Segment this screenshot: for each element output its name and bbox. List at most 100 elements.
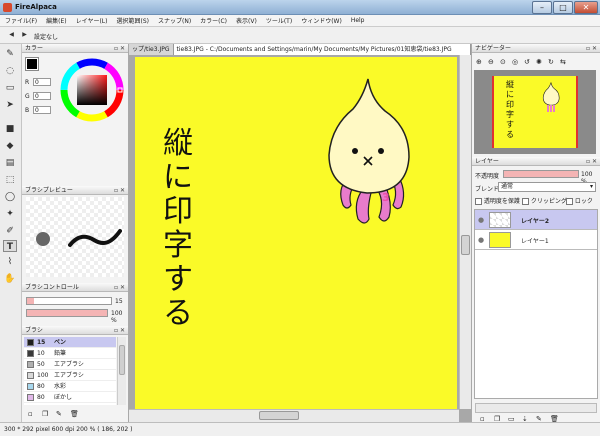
rotate-right-icon[interactable]: ↻	[548, 58, 554, 66]
layer-row-1[interactable]: ● レイヤー1	[475, 230, 597, 250]
move-tool-icon[interactable]: ➤	[3, 99, 17, 111]
menu-bar: ファイル(F) 編集(E) レイヤー(L) 選択範囲(S) スナップ(N) カラ…	[0, 15, 600, 27]
text-tool-icon[interactable]: T	[3, 240, 17, 252]
navigator-thumbnail: 縦に印字する	[492, 76, 578, 148]
eye-icon[interactable]: ●	[478, 216, 484, 224]
brush-list-item[interactable]: 15 ペン	[24, 337, 116, 348]
brush-opacity-slider[interactable]	[26, 309, 108, 317]
panel-controls-icon[interactable]: ▫ ✕	[586, 157, 597, 166]
clipping-checkbox[interactable]: クリッピング	[522, 196, 567, 205]
menu-help[interactable]: Help	[351, 17, 365, 24]
eraser-tool-icon[interactable]: ▭	[3, 82, 17, 94]
title-bar: FireAlpaca – □ ✕	[0, 0, 600, 15]
duplicate-brush-icon[interactable]: ❐	[42, 410, 48, 418]
layer-hscrollbar[interactable]	[475, 403, 597, 413]
panel-controls-icon[interactable]: ▫ ✕	[114, 326, 125, 335]
new-brush-icon[interactable]: ▫	[28, 410, 33, 418]
flip-icon[interactable]: ⇆	[560, 58, 566, 66]
document-tab[interactable]: tie83.JPG - C:/Documents and Settings/ma…	[173, 44, 471, 55]
menu-snap[interactable]: スナップ(N)	[158, 16, 191, 25]
menu-tool[interactable]: ツール(T)	[266, 16, 292, 25]
eye-icon[interactable]: ●	[478, 236, 484, 244]
r-value-field[interactable]: 0	[33, 78, 51, 86]
menu-edit[interactable]: 編集(E)	[46, 16, 66, 25]
checkbox-icon	[566, 198, 573, 205]
brush-list-scrollbar[interactable]	[117, 337, 126, 405]
brush-name-label: エアブラシ	[54, 371, 84, 379]
vertical-text-char: 縦	[163, 126, 193, 161]
delete-brush-icon[interactable]: 🗑	[70, 410, 79, 418]
panel-controls-icon[interactable]: ▫ ✕	[586, 44, 597, 53]
menu-color[interactable]: カラー(C)	[200, 16, 227, 25]
rotate-reset-icon[interactable]: ✺	[536, 58, 542, 66]
zoom-in-icon[interactable]: ⊕	[476, 58, 482, 66]
brush-color-swatch	[27, 382, 34, 390]
panel-controls-icon[interactable]: ▫ ✕	[114, 44, 125, 53]
bucket-tool-icon[interactable]: ◆	[3, 140, 17, 152]
canvas-hscroll-thumb[interactable]	[259, 411, 299, 420]
zoom-actual-icon[interactable]: ◎	[512, 58, 518, 66]
canvas-vertical-scrollbar[interactable]	[459, 55, 471, 409]
g-label: G	[25, 93, 30, 100]
layer-2-name: レイヤー2	[521, 218, 549, 225]
prev-button[interactable]: ◀	[6, 30, 17, 40]
brush-settings-icon[interactable]: ✎	[56, 410, 62, 418]
eyedropper-icon[interactable]: ⌇	[3, 256, 17, 268]
layer-panel-title: レイヤー	[475, 158, 499, 165]
menu-layer[interactable]: レイヤー(L)	[76, 16, 108, 25]
layer-list: ● レイヤー2 ● レイヤー1	[474, 209, 598, 399]
minimize-button[interactable]: –	[532, 1, 552, 14]
zoom-out-icon[interactable]: ⊖	[488, 58, 494, 66]
zoom-fit-icon[interactable]: ⊙	[500, 58, 506, 66]
menu-select[interactable]: 選択範囲(S)	[116, 16, 149, 25]
rotate-left-icon[interactable]: ↺	[524, 58, 530, 66]
blend-mode-select[interactable]: 通常 ▾	[498, 182, 596, 192]
brush-control-title: ブラシコントロール	[25, 284, 79, 291]
brush-list-scroll-thumb[interactable]	[119, 345, 125, 375]
next-button[interactable]: ▶	[19, 30, 30, 40]
brush-list-item[interactable]: 100 エアブラシ	[24, 370, 116, 381]
panel-controls-icon[interactable]: ▫ ✕	[114, 186, 125, 195]
navigator-mascot	[542, 82, 560, 112]
pen-tool-icon[interactable]: ✎	[3, 48, 17, 60]
panel-controls-icon[interactable]: ▫ ✕	[114, 283, 125, 292]
brush-size-slider[interactable]	[26, 297, 112, 305]
document-tab[interactable]: ップ/tie3.JPG	[129, 44, 174, 55]
lasso-select-icon[interactable]: ◯	[3, 191, 17, 203]
snap-setting-label: 設定なし	[34, 34, 59, 41]
canvas-vscroll-thumb[interactable]	[461, 235, 470, 255]
brush-size-label: 10	[37, 349, 45, 357]
lock-checkbox[interactable]: ロック	[566, 196, 593, 205]
gradient-tool-icon[interactable]: ▤	[3, 157, 17, 169]
brush-list-item[interactable]: 10 鉛筆	[24, 348, 116, 359]
navigator-preview[interactable]: 縦に印字する	[474, 70, 596, 154]
canvas[interactable]: 縦に印字する 3	[135, 57, 457, 409]
hand-tool-icon[interactable]: ✋	[3, 273, 17, 285]
fill-tool-icon[interactable]: ■	[3, 123, 17, 135]
primary-color-swatch[interactable]	[25, 57, 39, 71]
menu-window[interactable]: ウィンドウ(W)	[301, 16, 342, 25]
brush-size-label: 80	[37, 382, 45, 390]
layer-row-2[interactable]: ● レイヤー2	[475, 210, 597, 230]
protect-alpha-checkbox[interactable]: 透明度を保護	[475, 196, 520, 205]
layer-1-thumbnail	[489, 232, 511, 248]
lasso-tool-icon[interactable]: ◌	[3, 65, 17, 77]
brush-list-item[interactable]: 80 水彩	[24, 381, 116, 392]
magic-wand-icon[interactable]: ✦	[3, 208, 17, 220]
brush-size-fill	[27, 298, 34, 304]
color-wheel[interactable]	[60, 58, 124, 122]
select-tool-icon[interactable]: ⬚	[3, 174, 17, 186]
window-title: FireAlpaca	[15, 3, 57, 11]
g-value-field[interactable]: 0	[33, 92, 51, 100]
select-pen-icon[interactable]: ✐	[3, 225, 17, 237]
layer-opacity-slider[interactable]	[503, 170, 579, 178]
b-value-field[interactable]: 0	[33, 106, 51, 114]
menu-view[interactable]: 表示(V)	[236, 16, 257, 25]
maximize-button[interactable]: □	[553, 1, 573, 14]
brush-list-item[interactable]: 50 エアブラシ	[24, 359, 116, 370]
close-button[interactable]: ✕	[574, 1, 598, 14]
brush-list-item[interactable]: 80 ぼかし	[24, 392, 116, 403]
menu-file[interactable]: ファイル(F)	[5, 16, 37, 25]
brush-name-label: ぼかし	[54, 393, 73, 401]
canvas-horizontal-scrollbar[interactable]	[129, 409, 459, 422]
